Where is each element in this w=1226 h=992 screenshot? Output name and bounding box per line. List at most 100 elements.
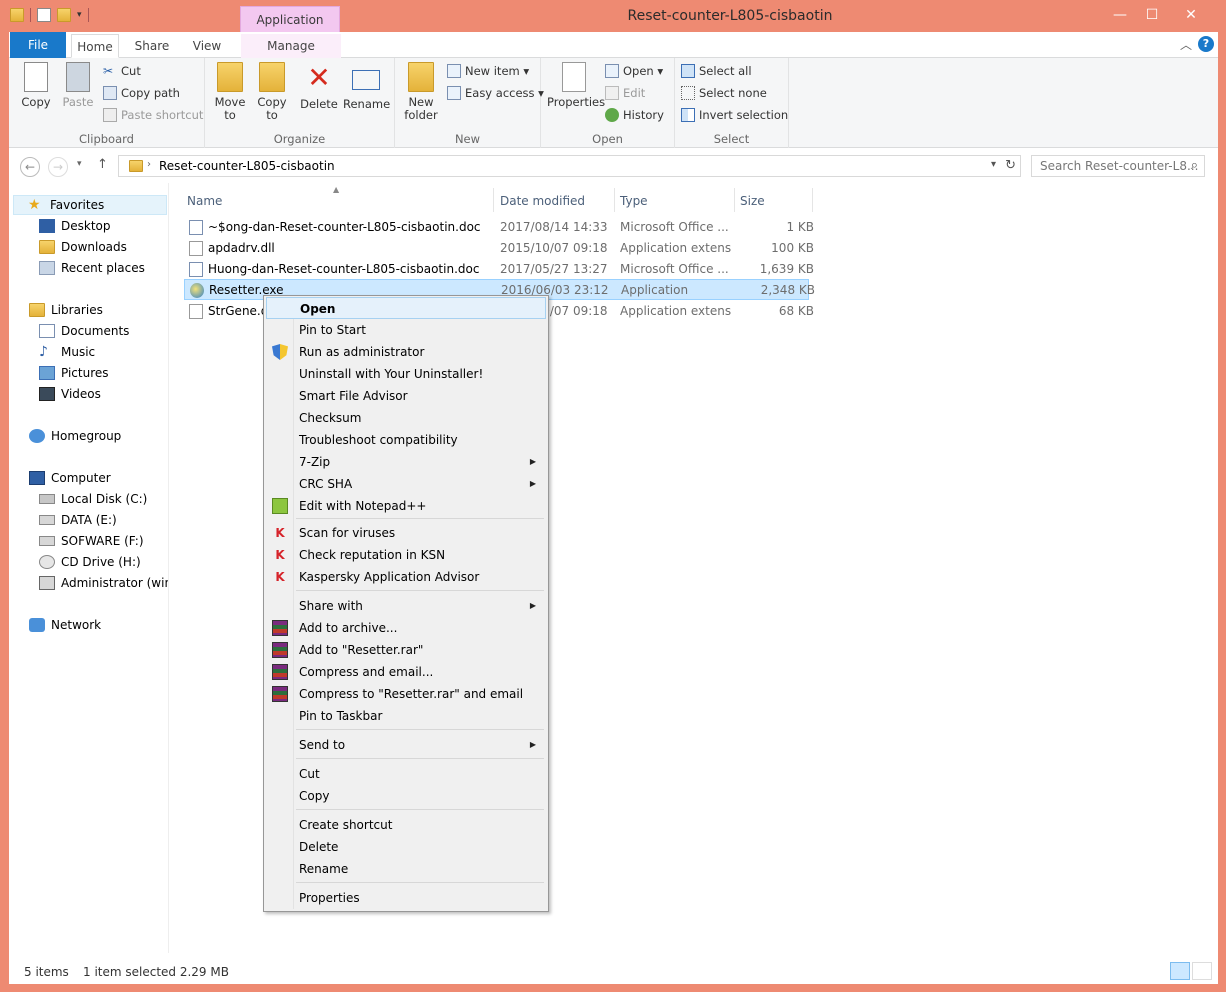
column-header-name[interactable]: Name bbox=[187, 191, 222, 211]
copy-to-button[interactable]: Copy to bbox=[255, 62, 289, 122]
nav-pictures[interactable]: Pictures bbox=[39, 363, 109, 383]
back-arrow-icon[interactable]: ← bbox=[20, 157, 40, 177]
edit-button[interactable]: Edit bbox=[605, 84, 645, 102]
column-divider[interactable] bbox=[614, 188, 615, 212]
address-dropdown-icon[interactable]: ▾ bbox=[991, 159, 996, 170]
new-item-button[interactable]: New item ▾ bbox=[447, 62, 529, 80]
select-none-button[interactable]: Select none bbox=[681, 84, 767, 102]
properties-button[interactable]: Properties bbox=[547, 62, 605, 109]
nav-music[interactable]: ♪ Music bbox=[39, 342, 95, 362]
menu-item-pin-to-taskbar[interactable]: Pin to Taskbar bbox=[266, 705, 546, 727]
nav-videos[interactable]: Videos bbox=[39, 384, 101, 404]
menu-item-properties[interactable]: Properties bbox=[266, 887, 546, 909]
menu-item-send-to[interactable]: Send to ▶ bbox=[266, 734, 546, 756]
paste-button[interactable]: Paste bbox=[61, 62, 95, 109]
menu-item-compress-email[interactable]: Compress and email... bbox=[266, 661, 546, 683]
file-row[interactable]: ~$ong-dan-Reset-counter-L805-cisbaotin.d… bbox=[184, 217, 814, 238]
help-icon[interactable]: ? bbox=[1198, 36, 1214, 52]
menu-item-delete[interactable]: Delete bbox=[266, 836, 546, 858]
menu-item-pin-to-start[interactable]: Pin to Start bbox=[266, 319, 546, 341]
menu-item-create-shortcut[interactable]: Create shortcut bbox=[266, 814, 546, 836]
maximize-button[interactable]: ☐ bbox=[1136, 4, 1168, 26]
tab-view[interactable]: View bbox=[185, 34, 229, 58]
menu-item-7zip[interactable]: 7-Zip ▶ bbox=[266, 451, 546, 473]
menu-item-copy[interactable]: Copy bbox=[266, 785, 546, 807]
menu-item-cut[interactable]: Cut bbox=[266, 763, 546, 785]
breadcrumb[interactable]: Reset-counter-L805-cisbaotin bbox=[159, 159, 335, 173]
copy-path-button[interactable]: Copy path bbox=[103, 84, 180, 102]
nav-local-disk[interactable]: Local Disk (C:) bbox=[39, 489, 147, 509]
new-folder-button[interactable]: New folder bbox=[403, 62, 439, 122]
menu-item-edit-notepad[interactable]: Edit with Notepad++ bbox=[266, 495, 546, 517]
invert-selection-button[interactable]: Invert selection bbox=[681, 106, 788, 124]
tab-share[interactable]: Share bbox=[127, 34, 177, 58]
menu-item-uninstall[interactable]: Uninstall with Your Uninstaller! bbox=[266, 363, 546, 385]
forward-arrow-icon[interactable]: → bbox=[48, 157, 68, 177]
menu-item-scan-viruses[interactable]: K Scan for viruses bbox=[266, 522, 546, 544]
nav-documents[interactable]: Documents bbox=[39, 321, 129, 341]
file-row[interactable]: apdadrv.dll 2015/10/07 09:18 ... Applica… bbox=[184, 238, 814, 259]
up-arrow-icon[interactable]: ↑ bbox=[97, 157, 108, 172]
details-view-icon[interactable] bbox=[1170, 962, 1190, 980]
paste-shortcut-button[interactable]: Paste shortcut bbox=[103, 106, 203, 124]
copy-button[interactable]: Copy bbox=[19, 62, 53, 109]
chevron-down-icon[interactable]: ▾ bbox=[77, 10, 82, 20]
search-input[interactable]: Search Reset-counter-L8... ⌕ bbox=[1031, 155, 1205, 177]
menu-item-check-reputation[interactable]: K Check reputation in KSN bbox=[266, 544, 546, 566]
menu-item-smart-file-advisor[interactable]: Smart File Advisor bbox=[266, 385, 546, 407]
column-divider[interactable] bbox=[493, 188, 494, 212]
refresh-icon[interactable]: ↻ bbox=[1005, 158, 1016, 173]
breadcrumb-separator-icon[interactable]: › bbox=[147, 159, 151, 170]
menu-item-add-to-rar[interactable]: Add to "Resetter.rar" bbox=[266, 639, 546, 661]
delete-button[interactable]: ✕ Delete bbox=[299, 62, 339, 111]
tab-manage[interactable]: Manage bbox=[241, 34, 341, 58]
nav-sofware-drive[interactable]: SOFWARE (F:) bbox=[39, 531, 144, 551]
nav-recent-places[interactable]: Recent places bbox=[39, 258, 145, 278]
search-icon[interactable]: ⌕ bbox=[1191, 158, 1198, 173]
nav-cd-drive[interactable]: CD Drive (H:) bbox=[39, 552, 141, 572]
close-button[interactable]: ✕ bbox=[1168, 4, 1214, 26]
cut-button[interactable]: ✂ Cut bbox=[103, 62, 141, 80]
file-row[interactable]: Huong-dan-Reset-counter-L805-cisbaotin.d… bbox=[184, 259, 814, 280]
nav-computer[interactable]: Computer bbox=[29, 468, 111, 488]
column-header-type[interactable]: Type bbox=[620, 191, 648, 211]
column-divider[interactable] bbox=[734, 188, 735, 212]
move-to-button[interactable]: Move to bbox=[213, 62, 247, 122]
easy-access-button[interactable]: Easy access ▾ bbox=[447, 84, 544, 102]
rename-button[interactable]: Rename bbox=[343, 62, 390, 111]
column-header-size[interactable]: Size bbox=[740, 191, 765, 211]
nav-network[interactable]: Network bbox=[29, 615, 101, 635]
menu-item-rename[interactable]: Rename bbox=[266, 858, 546, 880]
collapse-ribbon-icon[interactable]: ︿ bbox=[1180, 36, 1192, 53]
nav-favorites[interactable]: ★ Favorites bbox=[13, 195, 167, 215]
tab-home[interactable]: Home bbox=[71, 34, 119, 58]
select-group: Select all Select none Invert selection … bbox=[675, 58, 789, 148]
menu-item-crc-sha[interactable]: CRC SHA ▶ bbox=[266, 473, 546, 495]
column-divider[interactable] bbox=[812, 188, 813, 212]
open-dropdown-button[interactable]: Open ▾ bbox=[605, 62, 663, 80]
menu-item-compress-rar-email[interactable]: Compress to "Resetter.rar" and email bbox=[266, 683, 546, 705]
menu-item-kaspersky-advisor[interactable]: K Kaspersky Application Advisor bbox=[266, 566, 546, 588]
history-button[interactable]: History bbox=[605, 106, 664, 124]
recent-locations-chevron-icon[interactable]: ▾ bbox=[77, 159, 82, 169]
menu-item-open[interactable]: Open bbox=[266, 297, 546, 319]
properties-icon[interactable] bbox=[37, 8, 51, 22]
nav-homegroup[interactable]: Homegroup bbox=[29, 426, 121, 446]
menu-item-add-to-archive[interactable]: Add to archive... bbox=[266, 617, 546, 639]
menu-item-run-as-administrator[interactable]: Run as administrator bbox=[266, 341, 546, 363]
new-folder-icon[interactable] bbox=[57, 8, 71, 22]
column-header-date-modified[interactable]: Date modified bbox=[500, 191, 585, 211]
nav-libraries[interactable]: Libraries bbox=[29, 300, 103, 320]
menu-item-troubleshoot[interactable]: Troubleshoot compatibility bbox=[266, 429, 546, 451]
nav-desktop[interactable]: Desktop bbox=[39, 216, 111, 236]
nav-data-drive[interactable]: DATA (E:) bbox=[39, 510, 117, 530]
minimize-button[interactable]: — bbox=[1104, 4, 1136, 26]
nav-downloads[interactable]: Downloads bbox=[39, 237, 127, 257]
menu-item-checksum[interactable]: Checksum bbox=[266, 407, 546, 429]
select-all-button[interactable]: Select all bbox=[681, 62, 752, 80]
large-icons-view-icon[interactable] bbox=[1192, 962, 1212, 980]
menu-item-share-with[interactable]: Share with ▶ bbox=[266, 595, 546, 617]
address-bar[interactable]: › Reset-counter-L805-cisbaotin ▾ ↻ bbox=[118, 155, 1021, 177]
tab-file[interactable]: File bbox=[10, 32, 66, 58]
nav-administrator[interactable]: Administrator (win-r bbox=[39, 573, 168, 593]
